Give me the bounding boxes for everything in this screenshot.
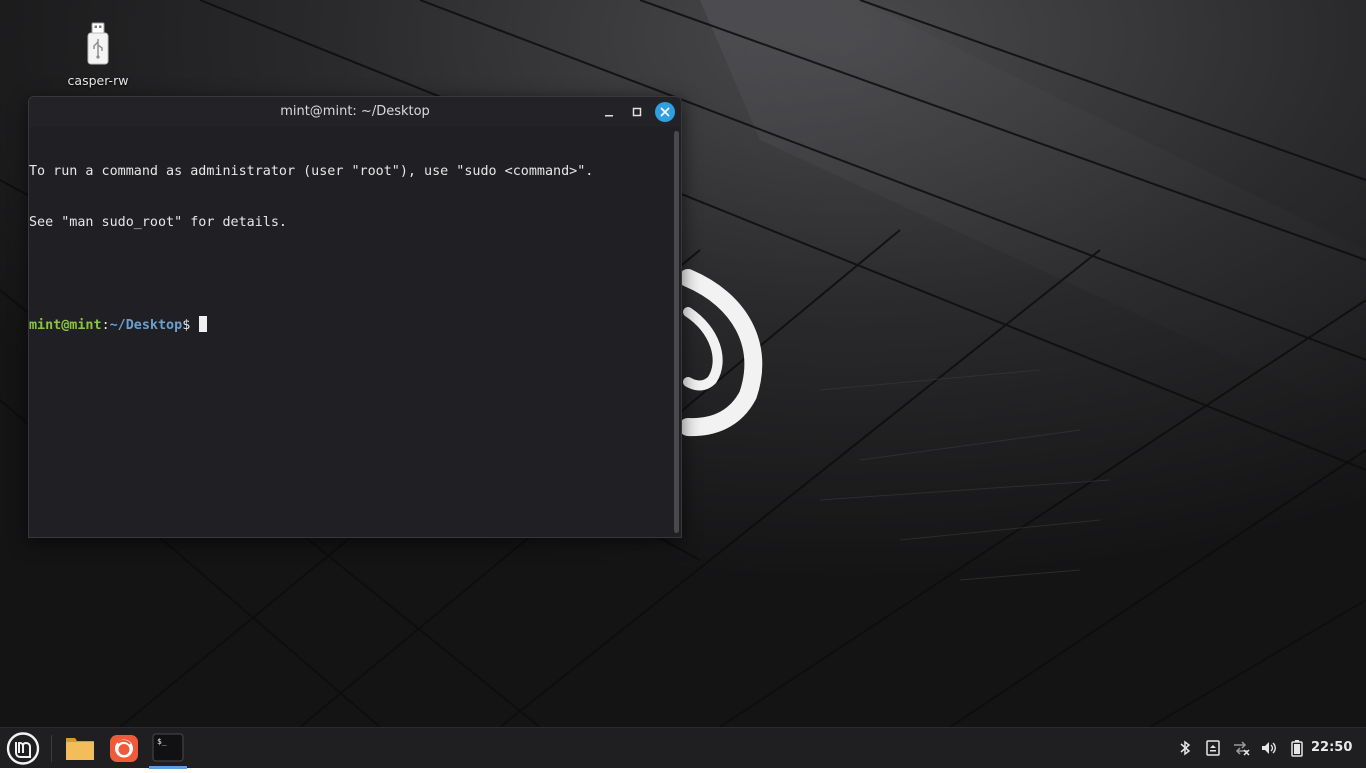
prompt-separator: : [101, 318, 110, 333]
prompt-path: ~/Desktop [109, 318, 183, 333]
window-title: mint@mint: ~/Desktop [280, 104, 430, 119]
terminal-line: See "man sudo_root" for details. [29, 215, 287, 230]
terminal-line: To run a command as administrator (user … [29, 164, 594, 179]
terminal-output[interactable]: To run a command as administrator (user … [29, 127, 673, 537]
prompt-user-host: mint@mint [29, 318, 102, 333]
close-icon[interactable] [655, 102, 675, 122]
notes-icon[interactable] [1204, 739, 1222, 757]
svg-text:$_: $_ [157, 737, 167, 746]
taskbar: $_ 22:50 [0, 727, 1366, 769]
battery-icon[interactable] [1288, 739, 1306, 757]
terminal-scrollbar[interactable] [674, 131, 679, 533]
network-disconnected-icon[interactable] [1232, 739, 1250, 757]
clock[interactable]: 22:50 [1311, 740, 1352, 755]
file-manager-icon [66, 738, 94, 760]
minimize-icon[interactable] [599, 102, 619, 122]
launcher-terminal[interactable]: $_ [149, 728, 187, 769]
volume-icon[interactable] [1260, 739, 1278, 757]
bluetooth-icon[interactable] [1176, 739, 1194, 757]
desktop-icon-label: casper-rw [67, 73, 129, 88]
taskbar-separator [51, 735, 52, 762]
menu-button[interactable] [4, 728, 42, 769]
text-cursor [199, 316, 208, 332]
maximize-icon[interactable] [627, 102, 647, 122]
terminal-icon: $_ [152, 733, 184, 762]
terminal-window[interactable]: mint@mint: ~/Desktop To run a command as… [28, 96, 682, 538]
firefox-icon [110, 735, 138, 762]
terminal-titlebar[interactable]: mint@mint: ~/Desktop [29, 97, 681, 127]
terminal-prompt-line: mint@mint:~/Desktop$ [29, 316, 673, 333]
launcher-firefox[interactable] [105, 728, 143, 769]
linux-mint-logo-icon [6, 732, 40, 765]
usb-drive-icon [87, 22, 109, 65]
launcher-file-manager[interactable] [61, 728, 99, 769]
desktop: casper-rw mint@mint: ~/Desktop To run a … [0, 0, 1366, 727]
prompt-symbol: $ [182, 318, 199, 333]
desktop-icon-casper-rw[interactable]: casper-rw [58, 18, 138, 94]
